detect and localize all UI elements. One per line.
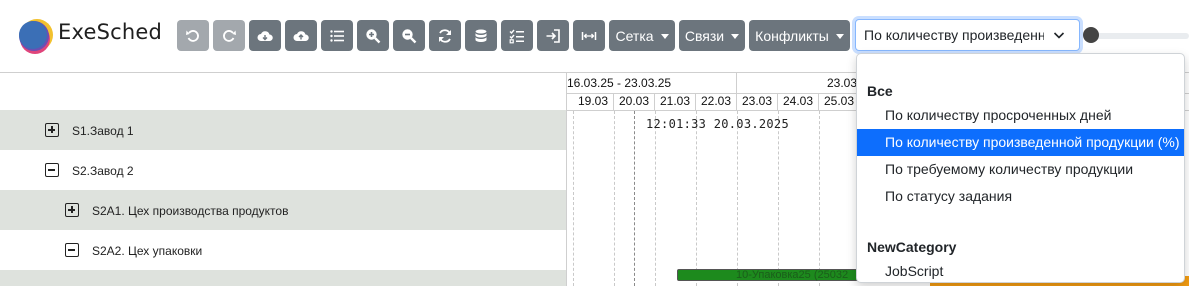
sort-select[interactable]: По количеству произведенной продукции (%… [855,19,1080,51]
tree-row-label: S1.Завод 1 [72,124,134,138]
database-icon [475,29,487,42]
links-dropdown-label: Связи [684,27,725,44]
list-icon [330,29,344,42]
menu-item[interactable]: По требуемому количеству продукции [857,156,1184,183]
tree-row[interactable]: S2.Завод 2 [0,150,566,190]
tree-row[interactable] [0,270,566,286]
day-header: 22.03 [696,94,737,110]
day-gridline [655,111,656,286]
sign-in-icon [546,28,560,43]
expand-icon[interactable] [45,123,59,137]
day-header: 20.03 [614,94,655,110]
caret-down-icon [731,33,740,39]
menu-group-header: Все [867,83,893,99]
sort-dropdown-menu: Все По количеству просроченных дней По к… [856,53,1185,283]
chevron-down-icon [1053,32,1065,39]
week-header: 23.03 [827,76,858,90]
caret-down-icon [660,33,669,39]
list-button[interactable] [321,20,353,51]
caret-down-icon [835,33,844,39]
collapse-icon[interactable] [65,243,79,257]
current-time-label: 12:01:33 20.03.2025 [646,117,789,131]
app-name: ExeSched [58,20,163,44]
week-header: 16.03.25 - 23.03.25 [567,76,672,90]
cloud-download-button[interactable] [249,20,281,51]
menu-item[interactable]: JobScript [857,258,1184,282]
undo-button[interactable] [177,20,209,51]
refresh-button[interactable] [429,20,461,51]
menu-item-active[interactable]: По количеству произведенной продукции (%… [857,129,1184,156]
undo-icon [186,29,199,42]
conflicts-dropdown[interactable]: Конфликты [749,20,850,51]
day-header: 21.03 [655,94,696,110]
grid-dropdown[interactable]: Сетка [609,20,675,51]
redo-icon [223,29,236,42]
gantt-splitter[interactable] [566,72,567,286]
refresh-icon [439,28,451,43]
grid-dropdown-label: Сетка [615,27,654,44]
day-gridline [573,111,574,286]
tree-row-label: S2.Завод 2 [72,164,134,178]
current-time-line [634,111,635,286]
cloud-download-icon [257,30,273,41]
day-gridline [737,111,738,286]
checklist-button[interactable] [501,20,533,51]
menu-item[interactable]: По статусу задания [857,183,1184,210]
day-header: 23.03 [737,94,778,110]
day-gridline [696,111,697,286]
zoom-out-button[interactable] [393,20,425,51]
day-header: 24.03 [778,94,819,110]
redo-button[interactable] [213,20,245,51]
zoom-in-button[interactable] [357,20,389,51]
database-button[interactable] [465,20,497,51]
conflicts-dropdown-label: Конфликты [755,27,829,44]
tree-row[interactable]: S1.Завод 1 [0,110,566,150]
menu-item[interactable]: По количеству просроченных дней [857,102,1184,129]
tree-row-label: S2A2. Цех упаковки [92,244,203,258]
collapse-icon[interactable] [45,163,59,177]
sign-in-button[interactable] [537,20,569,51]
exesched-logo-icon [19,19,53,54]
day-header: 19.03 [573,94,614,110]
menu-group-header: NewCategory [867,239,957,255]
zoom-slider-thumb[interactable] [1083,27,1099,43]
task-bar-label: 10-Упаковка25 (25032 [736,269,849,281]
day-header: 25.03 [819,94,860,110]
zoom-slider-track[interactable] [1092,33,1189,39]
fit-width-icon [581,31,597,40]
zoom-in-icon [366,28,381,43]
cloud-upload-icon [293,30,309,41]
cloud-upload-button[interactable] [285,20,317,51]
tree-row[interactable]: S2A1. Цех производства продуктов [0,190,566,230]
day-gridline [778,111,779,286]
zoom-out-icon [402,28,417,43]
expand-icon[interactable] [65,203,79,217]
tree-row-label: S2A1. Цех производства продуктов [92,204,289,218]
tree-row[interactable]: S2A2. Цех упаковки [0,230,566,270]
checklist-icon [509,29,524,43]
day-gridline [614,111,615,286]
day-gridline [819,111,820,286]
sort-select-value: По количеству произведенной продукции (%… [864,27,1044,43]
fit-width-button[interactable] [573,20,605,51]
links-dropdown[interactable]: Связи [679,20,745,51]
